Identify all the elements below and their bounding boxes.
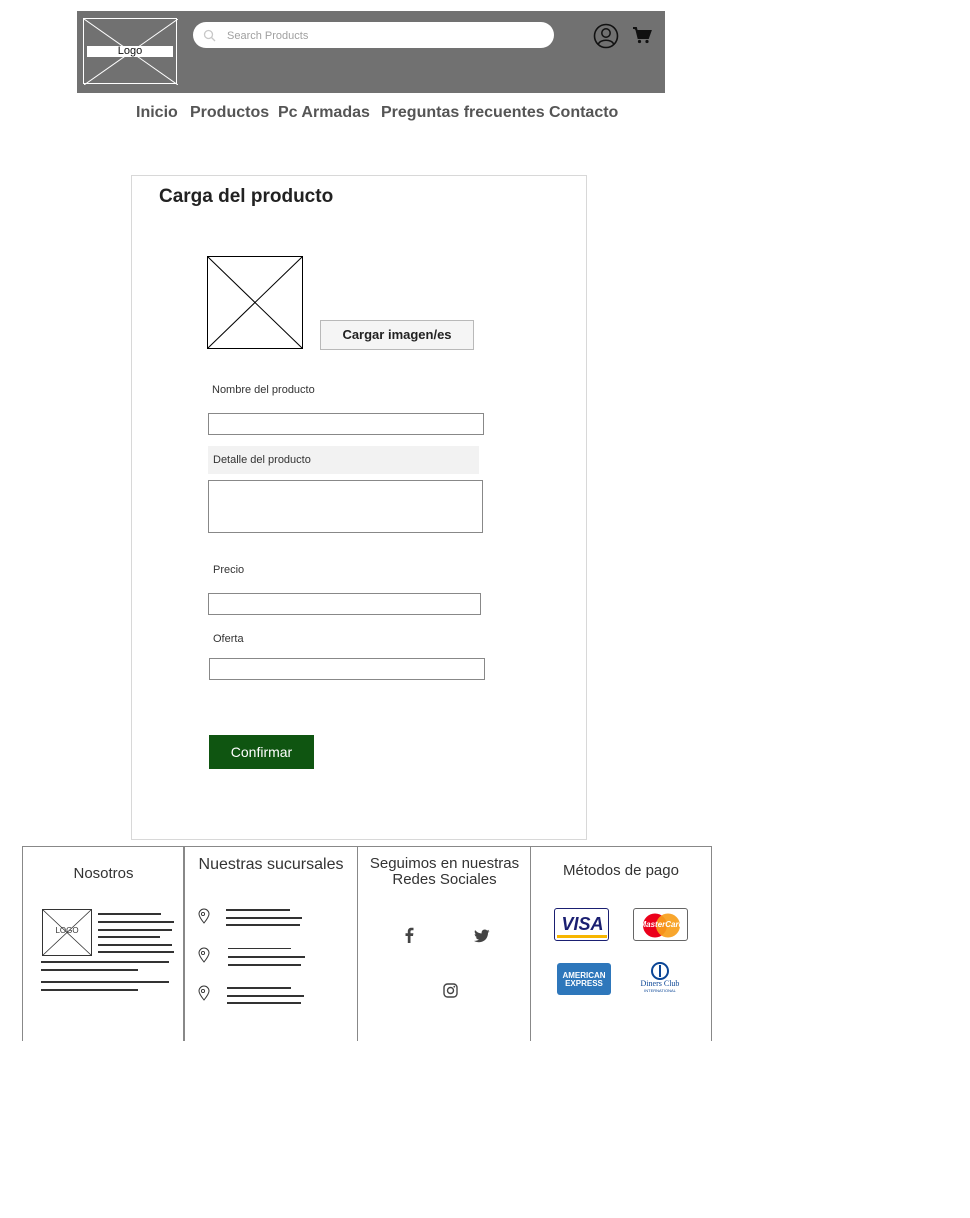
nav-item-inicio[interactable]: Inicio [136,104,178,122]
logo[interactable]: Logo [83,18,178,85]
product-detail-textarea[interactable] [208,480,483,533]
text-line [226,924,300,926]
visa-label: VISA [561,914,604,934]
search-icon [203,29,216,42]
footer-branches: Nuestras sucursales [183,847,357,1041]
product-image-placeholder [207,256,303,349]
location-pin-icon [198,985,210,1001]
text-line [41,961,169,963]
text-line [41,989,138,991]
text-line [227,987,291,989]
header-bar: Logo [77,11,665,93]
nav-item-contacto[interactable]: Contacto [549,104,618,122]
text-line [98,921,174,923]
product-name-input[interactable] [208,413,484,435]
diners-label: Diners Club [640,979,680,988]
facebook-icon[interactable] [403,927,415,943]
footer-about-title: Nosotros [73,865,134,882]
offer-label: Oferta [213,633,244,645]
footer-branches-title: Nuestras sucursales [198,856,344,873]
footer-about: Nosotros LOGO [22,847,184,1041]
text-line [226,917,302,919]
text-line [227,995,304,997]
text-line [227,1002,301,1004]
text-line [98,913,161,915]
text-line [98,944,172,946]
text-line [41,969,138,971]
text-line [228,964,301,966]
search-bar[interactable] [193,22,554,48]
page-title: Carga del producto [159,186,334,207]
diners-card: Diners Club INTERNATIONAL [631,962,689,996]
product-upload-card: Carga del producto Cargar imagen/es Nomb… [131,175,587,840]
image-placeholder-icon [207,256,303,349]
nav-item-productos[interactable]: Productos [190,104,269,122]
amex-card: AMERICAN EXPRESS [557,963,611,995]
upload-images-button[interactable]: Cargar imagen/es [320,320,474,350]
shopping-cart-icon[interactable] [632,26,652,44]
logo-label: Logo [87,46,173,57]
mastercard-card: MasterCard [633,908,688,941]
nav-item-preguntas-frecuentes[interactable]: Preguntas frecuentes [381,104,545,122]
location-pin-icon [198,947,210,963]
text-line [228,956,305,958]
footer: Nosotros LOGO Nuestras sucursales Seguim… [22,846,712,1041]
footer-logo: LOGO [42,909,92,956]
location-pin-icon [198,908,210,924]
text-line [228,948,291,949]
diners-logo-icon [651,962,669,980]
nav-item-pc-armadas[interactable]: Pc Armadas [278,104,370,122]
price-input[interactable] [208,593,481,615]
search-input[interactable] [225,26,544,46]
footer-logo-label: LOGO [55,926,79,935]
product-detail-label: Detalle del producto [208,446,479,474]
offer-input[interactable] [209,658,485,680]
price-label: Precio [213,564,245,576]
text-line [98,929,172,931]
mastercard-label: MasterCard [639,920,684,929]
text-line [226,909,290,911]
text-line [98,951,174,953]
main-nav: Inicio Productos Pc Armadas Preguntas fr… [0,104,970,130]
product-name-label: Nombre del producto [212,384,315,396]
confirm-button[interactable]: Confirmar [209,735,314,769]
amex-label: AMERICAN EXPRESS [562,971,606,988]
diners-sub-label: INTERNATIONAL [644,988,676,993]
footer-payments: Métodos de pago VISA MasterCard AMERICAN… [530,847,712,1041]
user-account-icon[interactable] [593,23,619,49]
instagram-icon[interactable] [443,983,458,998]
text-line [41,981,169,983]
visa-card: VISA [554,908,609,941]
twitter-icon[interactable] [474,929,490,943]
footer-social-title: Seguimos en nuestras Redes Sociales [369,855,520,888]
footer-social: Seguimos en nuestras Redes Sociales [357,847,531,1041]
text-line [98,936,160,938]
footer-payments-title: Métodos de pago [563,862,679,879]
visa-stripe [557,935,607,938]
